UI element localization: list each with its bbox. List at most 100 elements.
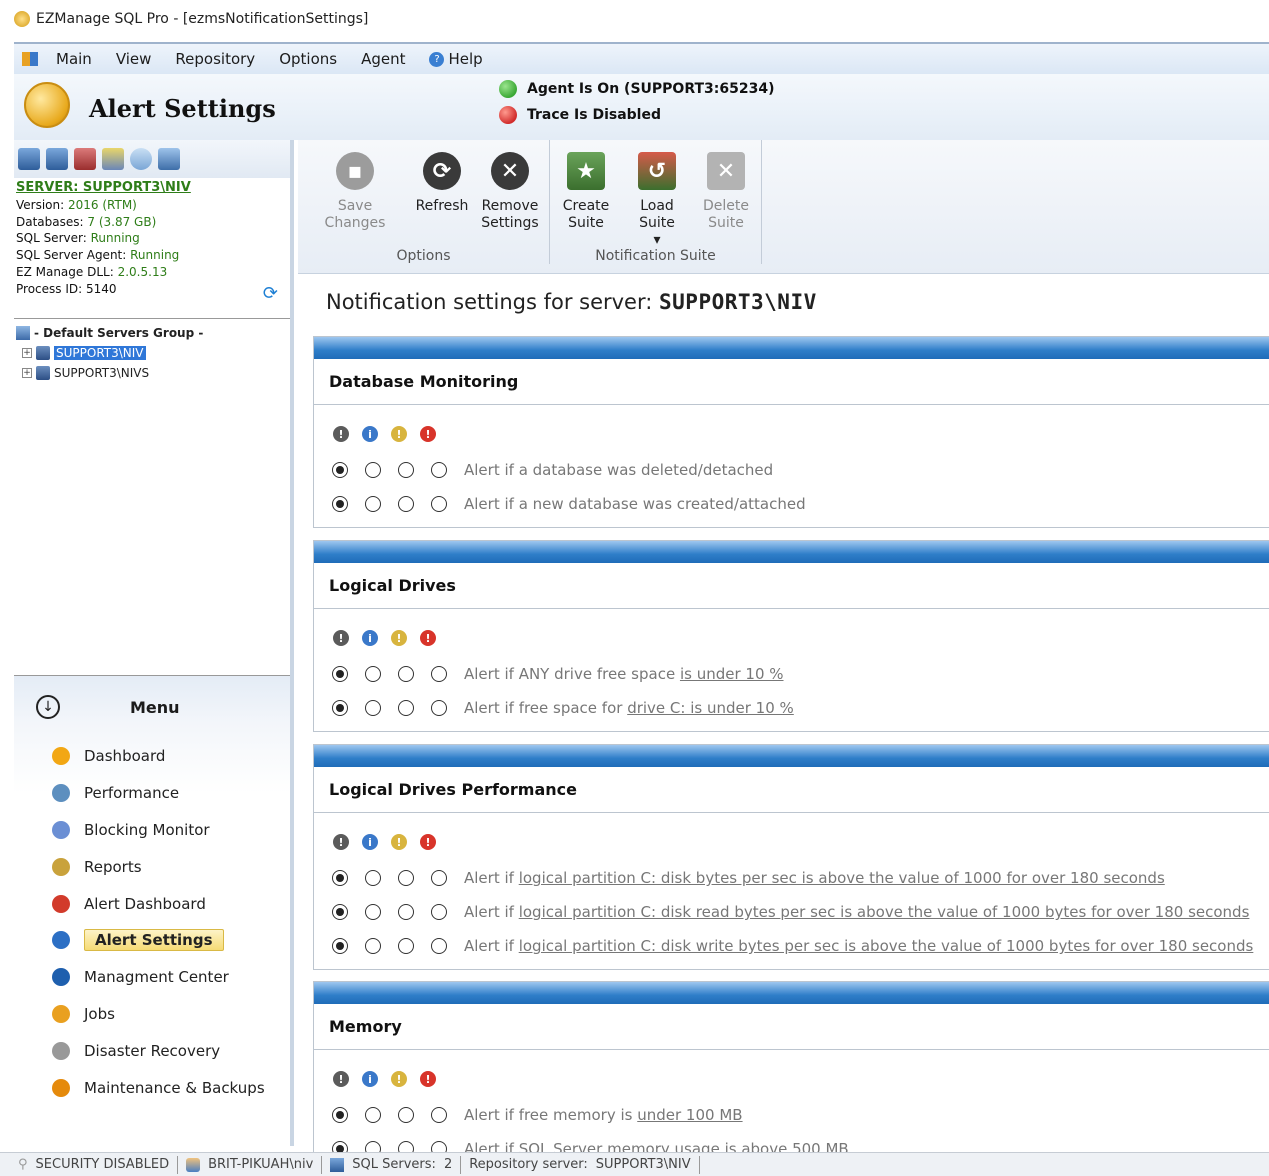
menu-item[interactable]: Reports	[14, 848, 290, 885]
menu-item[interactable]: Alert Settings	[14, 922, 290, 959]
menu-repository[interactable]: Repository	[163, 50, 267, 68]
severity-radio-selected[interactable]	[332, 870, 348, 886]
server-group-icon	[16, 326, 30, 340]
app-menu-icon[interactable]	[22, 52, 38, 66]
delete-suite-button[interactable]: ✕ Delete Suite	[698, 152, 754, 232]
severity-radio[interactable]	[398, 496, 414, 512]
delete-label-2: Suite	[708, 215, 744, 231]
severity-radio[interactable]	[365, 1107, 381, 1123]
save-changes-button[interactable]: ▪ Save Changes	[308, 152, 402, 232]
severity-radio[interactable]	[398, 938, 414, 954]
server-title[interactable]: SERVER: SUPPORT3\NIV	[16, 180, 288, 197]
severity-radio[interactable]	[365, 496, 381, 512]
alert-condition-link[interactable]: logical partition C: disk write bytes pe…	[519, 937, 1254, 955]
alert-condition-link[interactable]: under 100 MB	[637, 1106, 742, 1124]
severity-radio[interactable]	[431, 496, 447, 512]
server-icon	[36, 366, 50, 380]
menu-item[interactable]: Dashboard	[14, 738, 290, 775]
message-icon[interactable]	[130, 148, 152, 170]
expand-icon[interactable]: +	[22, 368, 32, 378]
tree-server-row[interactable]: + SUPPORT3\NIV	[16, 343, 288, 363]
tree-server-row[interactable]: + SUPPORT3\NIVS	[16, 363, 288, 383]
menu-item[interactable]: Maintenance & Backups	[14, 1069, 290, 1106]
tree-group[interactable]: - Default Servers Group -	[16, 323, 288, 343]
menu-item[interactable]: Alert Dashboard	[14, 885, 290, 922]
menu-item[interactable]: Managment Center	[14, 959, 290, 996]
severity-radio[interactable]	[431, 870, 447, 886]
reports-icon	[52, 857, 70, 876]
section-title: Logical Drives Performance	[314, 767, 1269, 813]
severity-radio[interactable]	[431, 462, 447, 478]
user-name: BRIT-PIKUAH\niv	[208, 1157, 314, 1172]
create-suite-button[interactable]: ★ Create Suite	[556, 152, 616, 232]
menu-options[interactable]: Options	[267, 50, 349, 68]
severity-radio[interactable]	[365, 870, 381, 886]
severity-radio[interactable]	[398, 462, 414, 478]
alert-condition-link[interactable]: logical partition C: disk read bytes per…	[519, 903, 1250, 921]
remove-server-icon[interactable]	[74, 148, 96, 170]
tree-server-label[interactable]: SUPPORT3\NIVS	[54, 366, 149, 380]
severity-radio[interactable]	[398, 1107, 414, 1123]
menu-help[interactable]: ? Help	[417, 50, 494, 68]
alert-condition-link[interactable]: drive C: is under 10 %	[627, 699, 794, 717]
severity-radio-selected[interactable]	[332, 904, 348, 920]
menu-item[interactable]: Blocking Monitor	[14, 812, 290, 849]
menu-agent[interactable]: Agent	[349, 50, 417, 68]
menu-item[interactable]: Performance	[14, 775, 290, 812]
severity-radio-selected[interactable]	[332, 700, 348, 716]
severity-none-icon: !	[333, 834, 349, 850]
severity-radio-selected[interactable]	[332, 938, 348, 954]
alert-condition-link[interactable]: is under 10 %	[680, 665, 784, 683]
trace-status-text: Trace Is Disabled	[527, 107, 661, 123]
edit-server-icon[interactable]	[102, 148, 124, 170]
severity-radio[interactable]	[431, 904, 447, 920]
agent-status: Agent Is On (SUPPORT3:65234)	[499, 80, 774, 98]
section-padding	[314, 521, 1269, 527]
refresh-label: Refresh	[415, 198, 469, 214]
severity-radio[interactable]	[431, 700, 447, 716]
alert-section: Memory! i!! Alert if free memory is under …	[313, 981, 1269, 1173]
add-server-icon[interactable]	[18, 148, 40, 170]
alert-row: Alert if a database was deleted/detached	[314, 453, 1269, 487]
refresh-server-icon[interactable]	[158, 148, 180, 170]
menu-view[interactable]: View	[104, 50, 164, 68]
severity-radio[interactable]	[431, 1107, 447, 1123]
refresh-button[interactable]: ⟳ Refresh	[412, 152, 472, 215]
collapse-menu-icon[interactable]: ↓	[36, 695, 60, 719]
agent-status-icon	[499, 80, 517, 98]
performance-icon	[52, 784, 70, 803]
server-properties-icon[interactable]	[46, 148, 68, 170]
severity-radio[interactable]	[398, 904, 414, 920]
refresh-info-icon[interactable]: ⟳	[263, 285, 278, 303]
severity-radio[interactable]	[398, 870, 414, 886]
severity-radio[interactable]	[431, 938, 447, 954]
severity-radio[interactable]	[398, 666, 414, 682]
severity-radio[interactable]	[365, 904, 381, 920]
severity-radio-selected[interactable]	[332, 462, 348, 478]
divider	[321, 1155, 323, 1174]
severity-radio[interactable]	[365, 938, 381, 954]
sql-server-value: Running	[90, 231, 140, 246]
severity-radio[interactable]	[365, 666, 381, 682]
menu-item[interactable]: Disaster Recovery	[14, 1032, 290, 1069]
menu-main[interactable]: Main	[44, 50, 104, 68]
menu-item[interactable]: Jobs	[14, 996, 290, 1033]
severity-radio-selected[interactable]	[332, 1107, 348, 1123]
remove-settings-button[interactable]: ✕ Remove Settings	[480, 152, 540, 232]
severity-radio[interactable]	[431, 666, 447, 682]
severity-radio-selected[interactable]	[332, 496, 348, 512]
expand-icon[interactable]: +	[22, 348, 32, 358]
ribbon-group-options: ▪ Save Changes ⟳ Refresh ✕ Remove Settin…	[298, 140, 550, 264]
alert-text: Alert if free memory is	[464, 1106, 638, 1124]
severity-radio-selected[interactable]	[332, 666, 348, 682]
page-header: Alert Settings Agent Is On (SUPPORT3:652…	[14, 74, 1269, 140]
menu-item-label: Blocking Monitor	[84, 820, 210, 839]
severity-radio[interactable]	[365, 462, 381, 478]
severity-radio[interactable]	[365, 700, 381, 716]
load-suite-button[interactable]: ↺ Load Suite ▾	[622, 152, 692, 249]
menu-item-label: Dashboard	[84, 747, 166, 766]
alert-row: Alert if logical partition C: disk bytes…	[314, 861, 1269, 895]
alert-condition-link[interactable]: logical partition C: disk bytes per sec …	[519, 869, 1165, 887]
tree-server-label[interactable]: SUPPORT3\NIV	[54, 346, 146, 360]
severity-radio[interactable]	[398, 700, 414, 716]
